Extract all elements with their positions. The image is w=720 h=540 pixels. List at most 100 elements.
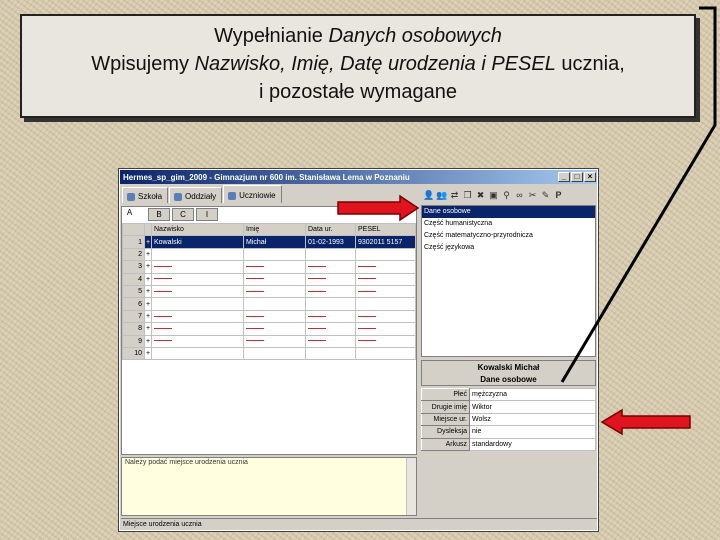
- cell-pesel[interactable]: [355, 272, 416, 286]
- cell-data[interactable]: [305, 334, 356, 348]
- property-value[interactable]: Wiktor: [469, 400, 596, 414]
- print-button[interactable]: P: [553, 190, 564, 201]
- cell-imie[interactable]: [243, 247, 306, 262]
- cell-pesel[interactable]: 9302011 5157: [355, 235, 416, 249]
- list-item[interactable]: Część humanistyczna: [422, 218, 595, 230]
- cell-pesel[interactable]: [355, 247, 416, 262]
- user-icon[interactable]: 👤: [423, 190, 434, 201]
- cell-data[interactable]: [305, 247, 356, 262]
- header-nazwisko[interactable]: Nazwisko: [151, 222, 244, 237]
- table-row[interactable]: 7 +: [122, 309, 416, 324]
- row-marker: +: [144, 309, 152, 324]
- tab-szkola[interactable]: Szkoła: [122, 187, 169, 203]
- cell-data[interactable]: [305, 309, 356, 324]
- cell-nazwisko[interactable]: [151, 322, 244, 336]
- empty-cell-marker: [246, 327, 264, 329]
- table-row[interactable]: 6 +: [122, 297, 416, 311]
- cell-imie[interactable]: Michał: [243, 235, 306, 249]
- delete-icon[interactable]: ✖: [475, 190, 486, 201]
- students-table: Nazwisko Imię Data ur. PESEL 1 + Kowalski M…: [122, 222, 416, 361]
- cell-imie[interactable]: [243, 346, 306, 361]
- cell-nazwisko[interactable]: [151, 260, 244, 274]
- cell-data[interactable]: [305, 297, 356, 311]
- tab-uczniowie[interactable]: Uczniowie: [223, 185, 282, 203]
- list-item[interactable]: Część matematyczno-przyrodnicza: [422, 230, 595, 242]
- cell-imie[interactable]: [243, 322, 306, 336]
- tab-oddzialy[interactable]: Oddziały: [169, 187, 223, 203]
- cell-nazwisko[interactable]: [151, 247, 244, 262]
- minimize-button[interactable]: _: [558, 172, 570, 182]
- close-button[interactable]: ×: [584, 172, 596, 182]
- empty-cell-marker: [246, 290, 264, 292]
- cell-nazwisko[interactable]: [151, 297, 244, 311]
- cell-data[interactable]: [305, 272, 356, 286]
- cell-nazwisko[interactable]: [151, 284, 244, 299]
- cell-data[interactable]: 01-02-1993: [305, 235, 356, 249]
- property-key-button[interactable]: Arkusz: [421, 437, 470, 451]
- cell-nazwisko[interactable]: [151, 272, 244, 286]
- cell-nazwisko[interactable]: Kowalski: [151, 235, 244, 249]
- property-key-button[interactable]: Płeć: [421, 387, 470, 402]
- sheet-tab-i[interactable]: I: [196, 208, 218, 221]
- cell-pesel[interactable]: [355, 309, 416, 324]
- cell-imie[interactable]: [243, 260, 306, 274]
- header-imie[interactable]: Imię: [243, 222, 306, 237]
- table-row[interactable]: 10 +: [122, 346, 416, 361]
- cell-nazwisko[interactable]: [151, 346, 244, 361]
- cell-nazwisko[interactable]: [151, 309, 244, 324]
- cell-data[interactable]: [305, 284, 356, 299]
- table-row[interactable]: 8 +: [122, 322, 416, 336]
- cell-pesel[interactable]: [355, 334, 416, 348]
- row-marker: +: [144, 260, 152, 274]
- cell-imie[interactable]: [243, 284, 306, 299]
- cell-pesel[interactable]: [355, 284, 416, 299]
- cut-icon[interactable]: ✂: [527, 190, 538, 201]
- header-data[interactable]: Data ur.: [305, 222, 356, 237]
- property-value[interactable]: Wolsz: [469, 412, 596, 427]
- header-pesel[interactable]: PESEL: [355, 222, 416, 237]
- cell-pesel[interactable]: [355, 322, 416, 336]
- note-scrollbar[interactable]: [406, 458, 416, 515]
- property-value[interactable]: nie: [469, 425, 596, 439]
- table-row[interactable]: 1 + Kowalski Michał 01-02-1993 9302011 5157: [122, 235, 416, 249]
- property-value[interactable]: standardowy: [469, 437, 596, 451]
- find-icon[interactable]: ⚲: [501, 190, 512, 201]
- maximize-button[interactable]: □: [571, 172, 583, 182]
- instruction-callout: Wypełnianie Danych osobowych Wpisujemy N…: [20, 14, 696, 118]
- property-key-button[interactable]: Drugie imię: [421, 400, 470, 414]
- list-item[interactable]: Dane osobowe: [422, 206, 595, 218]
- property-key-button[interactable]: Miejsce ur.: [421, 412, 470, 427]
- users-icon[interactable]: 👥: [436, 190, 447, 201]
- students-grid: A B C I Nazwisko Imię Data ur. PESEL 1 + K…: [121, 206, 417, 455]
- cell-imie[interactable]: [243, 309, 306, 324]
- table-row[interactable]: 3 +: [122, 260, 416, 274]
- table-row[interactable]: 5 +: [122, 284, 416, 299]
- table-row[interactable]: 9 +: [122, 334, 416, 348]
- save-icon[interactable]: ▣: [488, 190, 499, 201]
- binoculars-icon[interactable]: ∞: [514, 190, 525, 201]
- toolbar: 👤 👥 ⇄ ❐ ✖ ▣ ⚲ ∞ ✂ ✎ P: [423, 190, 564, 202]
- cell-data[interactable]: [305, 322, 356, 336]
- table-row[interactable]: 2 +: [122, 247, 416, 262]
- callout-line-2: Wpisujemy Nazwisko, Imię, Datę urodzenia…: [91, 53, 625, 75]
- cell-imie[interactable]: [243, 334, 306, 348]
- cell-pesel[interactable]: [355, 297, 416, 311]
- copy-icon[interactable]: ❐: [462, 190, 473, 201]
- list-item[interactable]: Część językowa: [422, 242, 595, 254]
- cell-data[interactable]: [305, 260, 356, 274]
- table-row[interactable]: 4 +: [122, 272, 416, 286]
- cell-pesel[interactable]: [355, 346, 416, 361]
- cell-data[interactable]: [305, 346, 356, 361]
- sheet-tab-b[interactable]: B: [148, 208, 170, 221]
- wand-icon[interactable]: ✎: [540, 190, 551, 201]
- cell-nazwisko[interactable]: [151, 334, 244, 348]
- property-key-button[interactable]: Dysleksja: [421, 425, 470, 439]
- cell-pesel[interactable]: [355, 260, 416, 274]
- cell-imie[interactable]: [243, 272, 306, 286]
- note-area[interactable]: Należy podać miejsce urodzenia ucznia: [121, 457, 417, 516]
- sheet-tab-c[interactable]: C: [172, 208, 194, 221]
- cell-imie[interactable]: [243, 297, 306, 311]
- transfer-icon[interactable]: ⇄: [449, 190, 460, 201]
- property-value[interactable]: mężczyzna: [469, 387, 596, 402]
- empty-cell-marker: [246, 278, 264, 280]
